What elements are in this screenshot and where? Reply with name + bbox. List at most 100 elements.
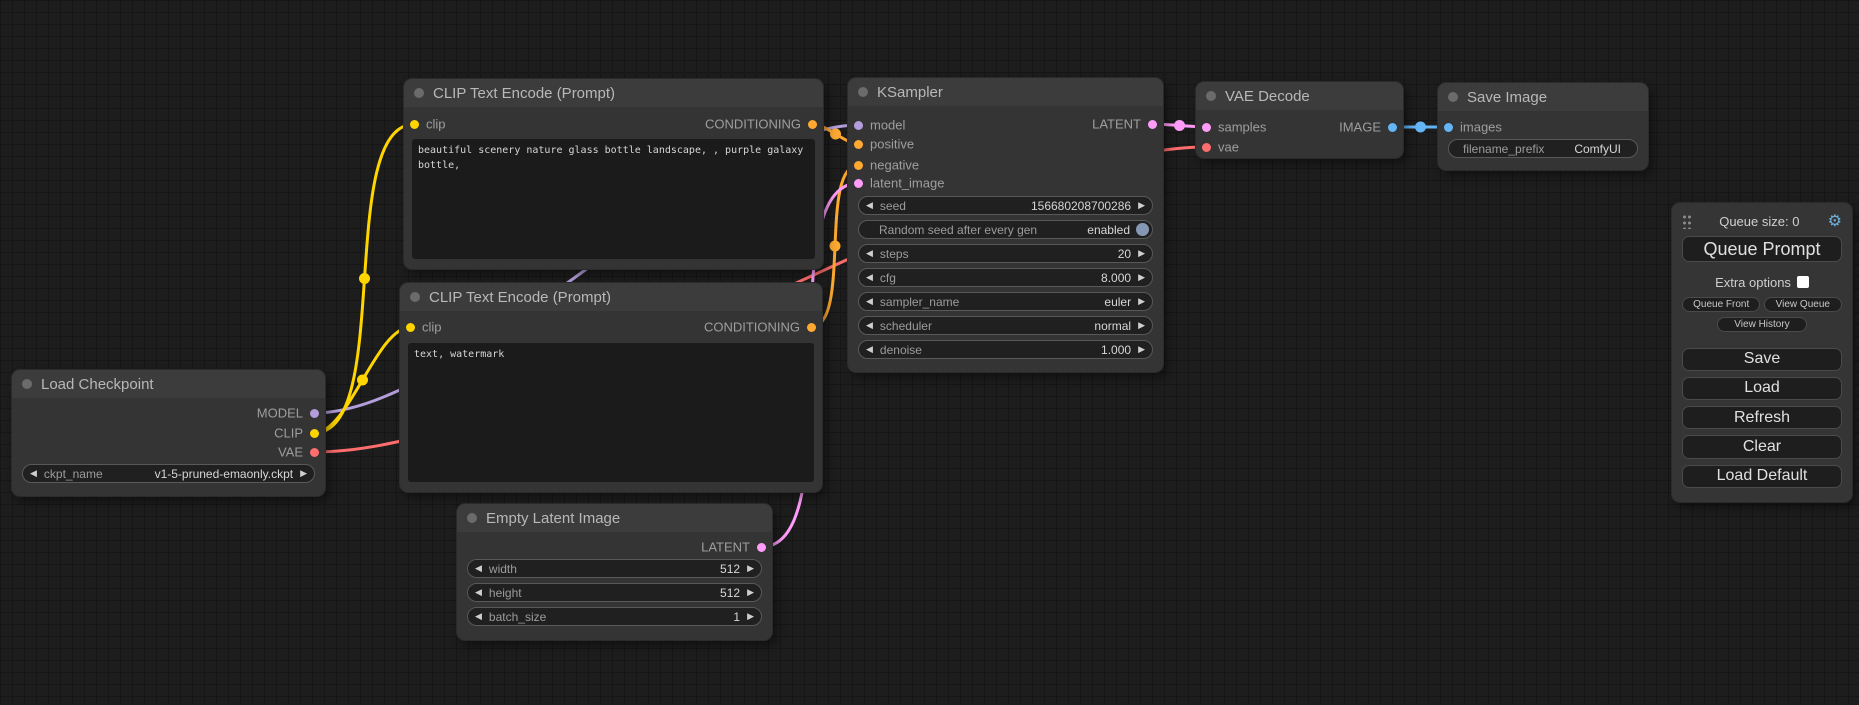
clip-to-positive-link-midpoint-dot xyxy=(359,273,370,284)
decrement-arrow-icon[interactable]: ◀ xyxy=(23,469,44,478)
extra-options-checkbox[interactable] xyxy=(1797,276,1809,288)
model-input-port[interactable] xyxy=(854,121,863,130)
increment-arrow-icon[interactable]: ▶ xyxy=(1131,249,1152,258)
random-seed-after-every-gen-widget[interactable]: Random seed after every genenabled xyxy=(858,220,1153,239)
image-link-midpoint-dot xyxy=(1415,122,1426,133)
collapse-dot-icon[interactable] xyxy=(414,88,424,98)
increment-arrow-icon[interactable]: ▶ xyxy=(1131,297,1152,306)
latent_image-input-port[interactable] xyxy=(854,179,863,188)
MODEL-output-port[interactable] xyxy=(310,409,319,418)
samples-input-port[interactable] xyxy=(1202,123,1211,132)
clip-text-encode-positive-node[interactable]: CLIP Text Encode (Prompt)clipCONDITIONIN… xyxy=(404,79,823,269)
width-widget[interactable]: ◀width512▶ xyxy=(467,559,762,578)
negative-input-port[interactable] xyxy=(854,161,863,170)
drag-handle-icon[interactable] xyxy=(1682,214,1691,229)
increment-arrow-icon[interactable]: ▶ xyxy=(740,588,761,597)
steps-widget[interactable]: ◀steps20▶ xyxy=(858,244,1153,263)
latent-to-samples-link-midpoint-dot xyxy=(1174,120,1185,131)
queue-front-button[interactable]: Queue Front xyxy=(1682,297,1760,312)
images-input-port[interactable] xyxy=(1444,123,1453,132)
decrement-arrow-icon[interactable]: ◀ xyxy=(859,345,880,354)
load-default-button[interactable]: Load Default xyxy=(1682,465,1842,488)
decrement-arrow-icon[interactable]: ◀ xyxy=(859,297,880,306)
widget-value: 1 xyxy=(733,610,740,624)
input-port-label: positive xyxy=(870,137,914,152)
output-port-label: LATENT xyxy=(701,540,750,555)
prompt-textarea[interactable]: text, watermark xyxy=(408,343,814,482)
save-button[interactable]: Save xyxy=(1682,348,1842,371)
decrement-arrow-icon[interactable]: ◀ xyxy=(859,249,880,258)
scheduler-widget[interactable]: ◀schedulernormal▶ xyxy=(858,316,1153,335)
node-title: KSampler xyxy=(877,84,943,101)
collapse-dot-icon[interactable] xyxy=(858,87,868,97)
load-checkpoint-node[interactable]: Load CheckpointMODELCLIPVAE◀ckpt_namev1-… xyxy=(12,370,325,496)
decrement-arrow-icon[interactable]: ◀ xyxy=(859,321,880,330)
CLIP-output-port[interactable] xyxy=(310,429,319,438)
LATENT-output-port[interactable] xyxy=(757,543,766,552)
increment-arrow-icon[interactable]: ▶ xyxy=(1131,273,1152,282)
node-title-bar[interactable]: KSampler xyxy=(848,78,1163,106)
VAE-output-port[interactable] xyxy=(310,448,319,457)
decrement-arrow-icon[interactable]: ◀ xyxy=(859,201,880,210)
decrement-arrow-icon[interactable]: ◀ xyxy=(468,564,489,573)
CONDITIONING-output-port[interactable] xyxy=(807,323,816,332)
ckpt-name-widget[interactable]: ◀ckpt_namev1-5-pruned-emaonly.ckpt▶ xyxy=(22,464,315,483)
IMAGE-output-port[interactable] xyxy=(1388,123,1397,132)
node-title-bar[interactable]: CLIP Text Encode (Prompt) xyxy=(404,79,823,107)
collapse-dot-icon[interactable] xyxy=(467,513,477,523)
output-port-label: CLIP xyxy=(274,426,303,441)
input-port-label: samples xyxy=(1218,120,1266,135)
vae-decode-node[interactable]: VAE DecodesamplesvaeIMAGE xyxy=(1196,82,1403,158)
settings-gear-icon[interactable]: ⚙ xyxy=(1828,214,1842,230)
output-port-label: MODEL xyxy=(257,406,303,421)
load-button[interactable]: Load xyxy=(1682,377,1842,400)
view-queue-button[interactable]: View Queue xyxy=(1764,297,1842,312)
save-image-node[interactable]: Save Imageimagesfilename_prefixComfyUI xyxy=(1438,83,1648,170)
collapse-dot-icon[interactable] xyxy=(1448,92,1458,102)
clear-button[interactable]: Clear xyxy=(1682,435,1842,458)
increment-arrow-icon[interactable]: ▶ xyxy=(1131,345,1152,354)
LATENT-output-port[interactable] xyxy=(1148,120,1157,129)
positive-input-port[interactable] xyxy=(854,140,863,149)
decrement-arrow-icon[interactable]: ◀ xyxy=(859,273,880,282)
sampler-name-widget[interactable]: ◀sampler_nameeuler▶ xyxy=(858,292,1153,311)
empty-latent-image-node[interactable]: Empty Latent Image LATENT ◀width512▶ ◀heigh… xyxy=(457,504,772,640)
increment-arrow-icon[interactable]: ▶ xyxy=(293,469,314,478)
height-widget[interactable]: ◀height512▶ xyxy=(467,583,762,602)
filename-prefix-widget[interactable]: filename_prefixComfyUI xyxy=(1448,139,1638,158)
clip-input-port[interactable] xyxy=(406,323,415,332)
vae-input-port[interactable] xyxy=(1202,143,1211,152)
CONDITIONING-output-port[interactable] xyxy=(808,120,817,129)
ksampler-node[interactable]: KSamplermodelpositivenegativelatent_imag… xyxy=(848,78,1163,372)
collapse-dot-icon[interactable] xyxy=(22,379,32,389)
clip-text-encode-negative-node[interactable]: CLIP Text Encode (Prompt)clipCONDITIONIN… xyxy=(400,283,822,492)
increment-arrow-icon[interactable]: ▶ xyxy=(740,564,761,573)
batch-size-widget[interactable]: ◀batch_size1▶ xyxy=(467,607,762,626)
view-history-button[interactable]: View History xyxy=(1717,317,1807,332)
node-title-bar[interactable]: Save Image xyxy=(1438,83,1648,111)
decrement-arrow-icon[interactable]: ◀ xyxy=(468,588,489,597)
increment-arrow-icon[interactable]: ▶ xyxy=(740,612,761,621)
increment-arrow-icon[interactable]: ▶ xyxy=(1131,321,1152,330)
node-title-bar[interactable]: CLIP Text Encode (Prompt) xyxy=(400,283,822,311)
decrement-arrow-icon[interactable]: ◀ xyxy=(468,612,489,621)
widget-label: scheduler xyxy=(880,319,932,333)
widget-value: ComfyUI xyxy=(1574,142,1637,156)
collapse-dot-icon[interactable] xyxy=(410,292,420,302)
clip-input-port[interactable] xyxy=(410,120,419,129)
node-title-bar[interactable]: VAE Decode xyxy=(1196,82,1403,110)
output-port-label: IMAGE xyxy=(1339,120,1381,135)
cfg-widget[interactable]: ◀cfg8.000▶ xyxy=(858,268,1153,287)
denoise-widget[interactable]: ◀denoise1.000▶ xyxy=(858,340,1153,359)
increment-arrow-icon[interactable]: ▶ xyxy=(1131,201,1152,210)
prompt-textarea[interactable]: beautiful scenery nature glass bottle la… xyxy=(412,139,815,259)
toggle-icon[interactable] xyxy=(1136,223,1149,236)
collapse-dot-icon[interactable] xyxy=(1206,91,1216,101)
comfy-menu-panel: Queue size: 0 ⚙ Queue Prompt Extra optio… xyxy=(1672,203,1852,502)
graph-canvas[interactable]: { "canvas": {"background": "#1d1d1d", "g… xyxy=(0,0,1859,705)
seed-widget[interactable]: ◀seed156680208700286▶ xyxy=(858,196,1153,215)
node-title-bar[interactable]: Empty Latent Image xyxy=(457,504,772,532)
node-title-bar[interactable]: Load Checkpoint xyxy=(12,370,325,398)
refresh-button[interactable]: Refresh xyxy=(1682,406,1842,429)
queue-prompt-button[interactable]: Queue Prompt xyxy=(1682,236,1842,262)
